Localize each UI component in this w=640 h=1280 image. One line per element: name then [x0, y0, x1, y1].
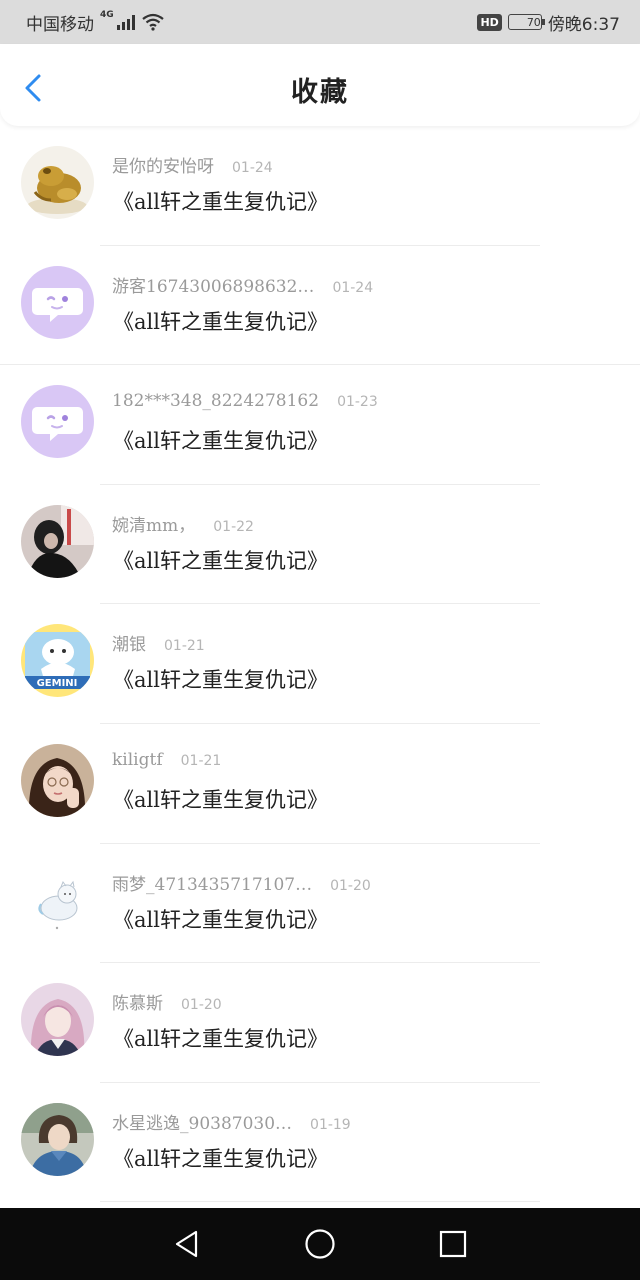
- item-meta: 婉清mm， 01-22: [112, 511, 254, 536]
- square-recent-icon: [440, 1230, 467, 1258]
- status-bar: 中国移动 4G HD 70 傍晚6:37: [0, 0, 640, 44]
- battery-text: 70: [526, 15, 541, 29]
- username: 潮银: [112, 635, 146, 656]
- divider: [100, 1201, 540, 1203]
- clock: 傍晚6:37: [547, 14, 620, 35]
- circle-home-icon: [305, 1229, 335, 1259]
- hd-badge: HD: [477, 13, 502, 31]
- book-title: 《all轩之重生复仇记》: [113, 309, 328, 334]
- carrier-label: 中国移动: [26, 14, 94, 35]
- avatar[interactable]: [21, 743, 94, 817]
- list-item[interactable]: 182***348_8224278162 01-23 《all轩之重生复仇记》: [0, 365, 640, 485]
- signal-icon: [116, 14, 135, 30]
- svg-text:GEMINI: GEMINI: [37, 678, 78, 689]
- favorites-list: 是你的安怡呀 01-24 《all轩之重生复仇记》 游客16743006898632……: [0, 126, 640, 1203]
- date: 01-22: [213, 518, 254, 535]
- username: 游客16743006898632…: [112, 276, 315, 297]
- list-item[interactable]: kiligtf 01-21 《all轩之重生复仇记》: [0, 724, 640, 844]
- date: 01-20: [330, 877, 371, 894]
- date: 01-21: [164, 638, 205, 655]
- username: 雨梦_4713435717107…: [112, 874, 313, 895]
- system-nav-bar: [0, 1208, 640, 1280]
- header: 收藏: [0, 44, 640, 126]
- item-meta: 雨梦_4713435717107… 01-20: [112, 870, 371, 895]
- nav-recent-button[interactable]: [433, 1224, 473, 1264]
- date: 01-24: [232, 160, 273, 176]
- nav-home-button[interactable]: [300, 1224, 340, 1264]
- avatar[interactable]: GEMINI: [21, 624, 94, 698]
- avatar[interactable]: [21, 504, 94, 578]
- triangle-back-icon: [175, 1230, 197, 1258]
- network-type: 4G: [100, 9, 114, 20]
- list-item[interactable]: GEMINI 潮银 01-21 《all轩之重生复仇记》: [0, 604, 640, 724]
- nav-back-button[interactable]: [167, 1224, 207, 1264]
- list-item[interactable]: 是你的安怡呀 01-24 《all轩之重生复仇记》: [0, 126, 640, 246]
- item-meta: 潮银 01-21: [112, 630, 205, 655]
- book-title: 《all轩之重生复仇记》: [113, 1146, 328, 1171]
- avatar[interactable]: [21, 146, 94, 219]
- book-title: 《all轩之重生复仇记》: [113, 668, 328, 693]
- item-meta: 是你的安怡呀 01-24: [112, 152, 273, 177]
- item-meta: 陈慕斯 01-20: [112, 989, 222, 1014]
- username: 182***348_8224278162: [112, 391, 320, 412]
- avatar[interactable]: [21, 863, 94, 937]
- date: 01-23: [337, 394, 378, 411]
- item-meta: kiligtf 01-21: [112, 750, 221, 770]
- wifi-icon: [141, 13, 164, 31]
- list-item[interactable]: 游客16743006898632… 01-24 《all轩之重生复仇记》: [0, 246, 640, 366]
- date: 01-21: [180, 752, 222, 769]
- username: 陈慕斯: [112, 994, 163, 1015]
- username: 婉清mm，: [112, 515, 196, 536]
- book-title: 《all轩之重生复仇记》: [113, 787, 328, 812]
- book-title: 《all轩之重生复仇记》: [113, 1027, 328, 1052]
- username: 水星逃逸_90387030…: [112, 1113, 293, 1134]
- page-title: 收藏: [291, 77, 349, 108]
- battery-icon: 70: [507, 14, 545, 30]
- username: kiligtf: [112, 749, 163, 770]
- book-title: 《all轩之重生复仇记》: [113, 907, 328, 932]
- username: 是你的安怡呀: [112, 157, 214, 177]
- list-item[interactable]: 婉清mm， 01-22 《all轩之重生复仇记》: [0, 485, 640, 605]
- book-title: 《all轩之重生复仇记》: [113, 190, 328, 214]
- book-title: 《all轩之重生复仇记》: [113, 548, 328, 573]
- avatar[interactable]: [21, 1102, 94, 1176]
- date: 01-19: [310, 1116, 351, 1133]
- date: 01-24: [332, 279, 374, 296]
- list-item[interactable]: 陈慕斯 01-20 《all轩之重生复仇记》: [0, 963, 640, 1083]
- item-meta: 游客16743006898632… 01-24: [112, 272, 373, 297]
- list-item[interactable]: 雨梦_4713435717107… 01-20 《all轩之重生复仇记》: [0, 844, 640, 964]
- avatar[interactable]: [21, 385, 94, 459]
- book-title: 《all轩之重生复仇记》: [113, 429, 328, 454]
- item-meta: 水星逃逸_90387030… 01-19: [112, 1109, 351, 1134]
- list-item[interactable]: 水星逃逸_90387030… 01-19 《all轩之重生复仇记》: [0, 1083, 640, 1203]
- avatar[interactable]: [21, 983, 94, 1057]
- date: 01-20: [181, 997, 222, 1014]
- item-meta: 182***348_8224278162 01-23: [112, 391, 378, 411]
- avatar[interactable]: [21, 265, 94, 339]
